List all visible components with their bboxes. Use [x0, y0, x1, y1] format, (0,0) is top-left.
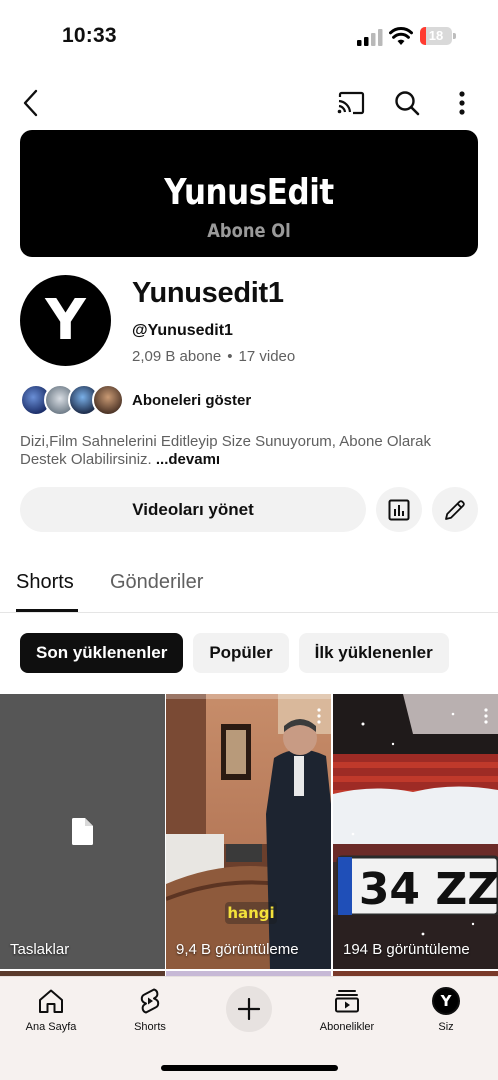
more-vertical-icon[interactable] [484, 708, 488, 724]
tab-shorts[interactable]: Shorts [16, 571, 74, 594]
battery-icon: 18 [420, 27, 456, 45]
short-thumbnail-image: hangi [166, 694, 331, 969]
nav-subscriptions[interactable]: Abonelikler [307, 985, 387, 1041]
tab-posts[interactable]: Gönderiler [110, 571, 203, 594]
create-button[interactable] [226, 986, 272, 1032]
banner-title: YunusEdit [164, 172, 334, 213]
stats-separator: • [227, 348, 233, 365]
create-plus-icon [238, 998, 260, 1020]
channel-stats: 2,09 B abone • 17 video [132, 348, 295, 365]
short-view-label: 194 B görüntüleme [343, 941, 470, 958]
top-nav [0, 78, 498, 126]
wifi-icon [389, 27, 413, 45]
nav-shorts[interactable]: Shorts [110, 985, 190, 1041]
channel-banner[interactable]: YunusEdit Abone Ol [20, 130, 478, 257]
show-subscribers-label: Aboneleri göster [132, 391, 252, 409]
subscriber-avatars [20, 384, 124, 416]
chip-latest[interactable]: Son yüklenenler [20, 633, 184, 673]
subscriptions-icon [335, 990, 359, 1013]
nav-you-label: Siz [438, 1021, 454, 1033]
analytics-icon [388, 499, 410, 520]
nav-home[interactable]: Ana Sayfa [11, 985, 91, 1041]
manage-videos-button[interactable]: Videoları yönet [20, 487, 366, 532]
edit-button[interactable] [432, 487, 478, 532]
nav-home-label: Ana Sayfa [25, 1021, 77, 1033]
status-time: 10:33 [62, 24, 117, 47]
drafts-tile[interactable]: Taslaklar [0, 694, 165, 969]
profile-avatar-icon: Y [432, 987, 460, 1015]
more-vertical-icon[interactable] [447, 88, 477, 118]
short-view-label: 9,4 B görüntüleme [176, 941, 299, 958]
shorts-icon [140, 988, 160, 1014]
nav-you[interactable]: Y Siz [406, 985, 486, 1041]
show-subscribers-row[interactable]: Aboneleri göster [20, 383, 251, 417]
back-icon[interactable] [16, 88, 46, 118]
chip-popular[interactable]: Popüler [193, 633, 289, 673]
short-thumbnail-image: 34 ZZ [333, 694, 498, 969]
description-more-link[interactable]: ...devamı [156, 451, 220, 468]
subscriber-count: 2,09 B abone [132, 348, 222, 365]
active-tab-indicator [16, 609, 78, 612]
channel-handle: @Yunusedit1 [132, 322, 233, 339]
chip-oldest[interactable]: İlk yüklenenler [298, 633, 449, 673]
document-icon [72, 818, 93, 845]
home-indicator [161, 1065, 338, 1071]
channel-tabs: Shorts Gönderiler [0, 557, 498, 613]
home-icon [39, 989, 63, 1013]
channel-description[interactable]: Dizi,Film Sahnelerini Editleyip Size Sun… [20, 433, 480, 469]
banner-subtitle: Abone Ol [207, 220, 291, 242]
edit-pencil-icon [445, 499, 465, 520]
cellular-signal-icon [357, 29, 383, 46]
license-plate-text: 34 ZZ [359, 864, 498, 915]
short-thumbnail[interactable]: 34 ZZ 194 B görüntüleme [333, 694, 498, 969]
bottom-nav: Ana Sayfa Shorts Abonelikler Y Siz [0, 976, 498, 1080]
channel-avatar[interactable]: Y [20, 275, 111, 366]
nav-shorts-label: Shorts [134, 1021, 166, 1033]
channel-name: Yunusedit1 [132, 277, 284, 309]
description-text: Dizi,Film Sahnelerini Editleyip Size Sun… [20, 433, 432, 468]
subscriber-avatar [92, 384, 124, 416]
nav-subscriptions-label: Abonelikler [319, 1021, 375, 1033]
shorts-grid: Taslaklar hangi 9,4 B görüntüleme 34 ZZ … [0, 694, 498, 984]
short-thumbnail[interactable]: hangi 9,4 B görüntüleme [166, 694, 331, 969]
more-vertical-icon[interactable] [317, 708, 321, 724]
search-icon[interactable] [392, 88, 422, 118]
short-view-label: Taslaklar [10, 941, 70, 958]
short-caption: hangi [227, 904, 274, 922]
video-count: 17 video [238, 348, 296, 365]
analytics-button[interactable] [376, 487, 422, 532]
battery-level: 18 [428, 28, 444, 43]
sort-chips: Son yüklenenler Popüler İlk yüklenenler [20, 633, 449, 673]
status-bar: 10:33 18 [0, 0, 498, 70]
cast-icon[interactable] [336, 88, 366, 118]
